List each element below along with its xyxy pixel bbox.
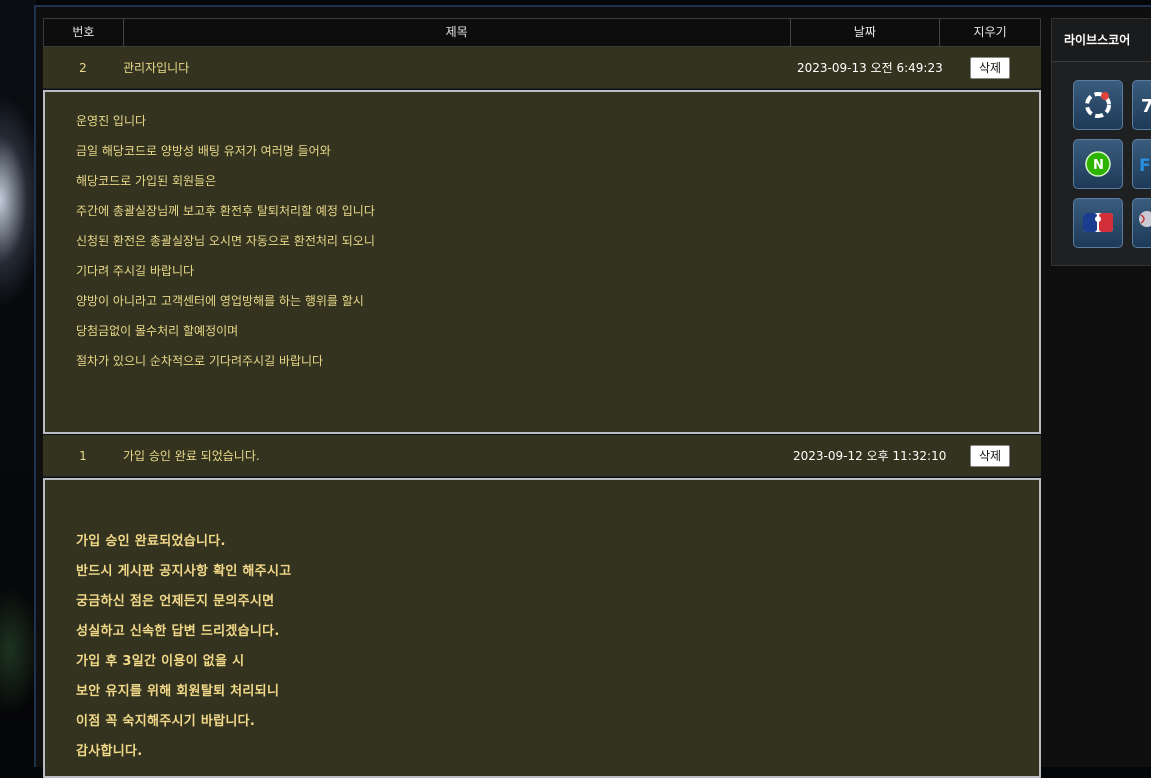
header-title: 제목: [124, 19, 791, 46]
post-body-line: 양방이 아니라고 고객센터에 영업방해를 하는 행위를 할시: [76, 294, 364, 308]
post-body-line: 당첨금없이 몰수처리 할예정이며: [76, 324, 239, 338]
post-body-line: 가입 후 3일간 이용이 없을 시: [76, 654, 245, 669]
score-site-icon[interactable]: 7: [1132, 80, 1151, 130]
naver-sports-icon[interactable]: N: [1073, 139, 1123, 189]
post-body-line: 금일 해당코드로 양방성 배팅 유저가 여러명 들어와: [76, 144, 331, 158]
post-row[interactable]: 1 가입 승인 완료 되었습니다. 2023-09-12 오후 11:32:10…: [43, 435, 1041, 477]
delete-button[interactable]: 삭제: [970, 445, 1010, 467]
delete-button[interactable]: 삭제: [970, 57, 1010, 79]
post-row[interactable]: 2 관리자입니다 2023-09-13 오전 6:49:23 삭제: [43, 47, 1041, 89]
flashscore-icon[interactable]: F: [1132, 139, 1151, 189]
post-body-line: 절차가 있으니 순차적으로 기다려주시길 바랍니다: [76, 354, 324, 368]
mlb-icon[interactable]: [1073, 198, 1123, 248]
table-header: 번호 제목 날짜 지우기: [43, 18, 1041, 47]
svg-text:N: N: [1093, 158, 1104, 173]
header-delete: 지우기: [973, 25, 1007, 39]
post-body-line: 신청된 환전은 총괄실장님 오시면 자동으로 환전처리 되오니: [76, 234, 375, 248]
post-body-line: 이점 꼭 숙지해주시기 바랍니다.: [76, 714, 256, 729]
post-body-line: 반드시 게시판 공지사항 확인 해주시고: [76, 564, 292, 579]
post-body-line: 보안 유지를 위해 회원탈퇴 처리되니: [76, 684, 280, 699]
baseball-site-icon[interactable]: [1132, 198, 1151, 248]
livescore-panel: 라이브스코어 7 N F: [1051, 18, 1151, 266]
background-stadium-light: [0, 0, 36, 758]
post-number: 1: [79, 449, 87, 463]
post-body-line: 감사합니다.: [76, 744, 143, 759]
post-body-line: 해당코드로 가입된 회원들은: [76, 174, 217, 188]
svg-text:F: F: [1139, 156, 1151, 176]
post-number: 2: [79, 61, 87, 75]
livescore-title: 라이브스코어: [1052, 19, 1151, 62]
post-body-line: 궁금하신 점은 언제든지 문의주시면: [76, 594, 275, 609]
post-title[interactable]: 가입 승인 완료 되었습니다.: [123, 435, 260, 477]
header-number: 번호: [44, 19, 124, 46]
post-body-line: 운영진 입니다: [76, 114, 147, 128]
post-content: 가입 승인 완료되었습니다. 반드시 게시판 공지사항 확인 해주시고 궁금하신…: [43, 478, 1041, 778]
post-body-line: 성실하고 신속한 답변 드리겠습니다.: [76, 624, 280, 639]
post-date: 2023-09-12 오후 11:32:10: [793, 449, 947, 463]
header-date: 날짜: [791, 19, 941, 46]
refresh-score-icon[interactable]: [1073, 80, 1123, 130]
post-body-line: 주간에 총괄실장님께 보고후 환전후 탈퇴처리할 예정 입니다: [76, 204, 375, 218]
post-content: 운영진 입니다 금일 해당코드로 양방성 배팅 유저가 여러명 들어와 해당코드…: [43, 90, 1041, 434]
post-body-line: 기다려 주시길 바랍니다: [76, 264, 195, 278]
post-date: 2023-09-13 오전 6:49:23: [797, 61, 943, 75]
post-body-line: 가입 승인 완료되었습니다.: [76, 534, 226, 549]
post-title[interactable]: 관리자입니다: [123, 47, 189, 89]
svg-text:7: 7: [1141, 96, 1151, 117]
